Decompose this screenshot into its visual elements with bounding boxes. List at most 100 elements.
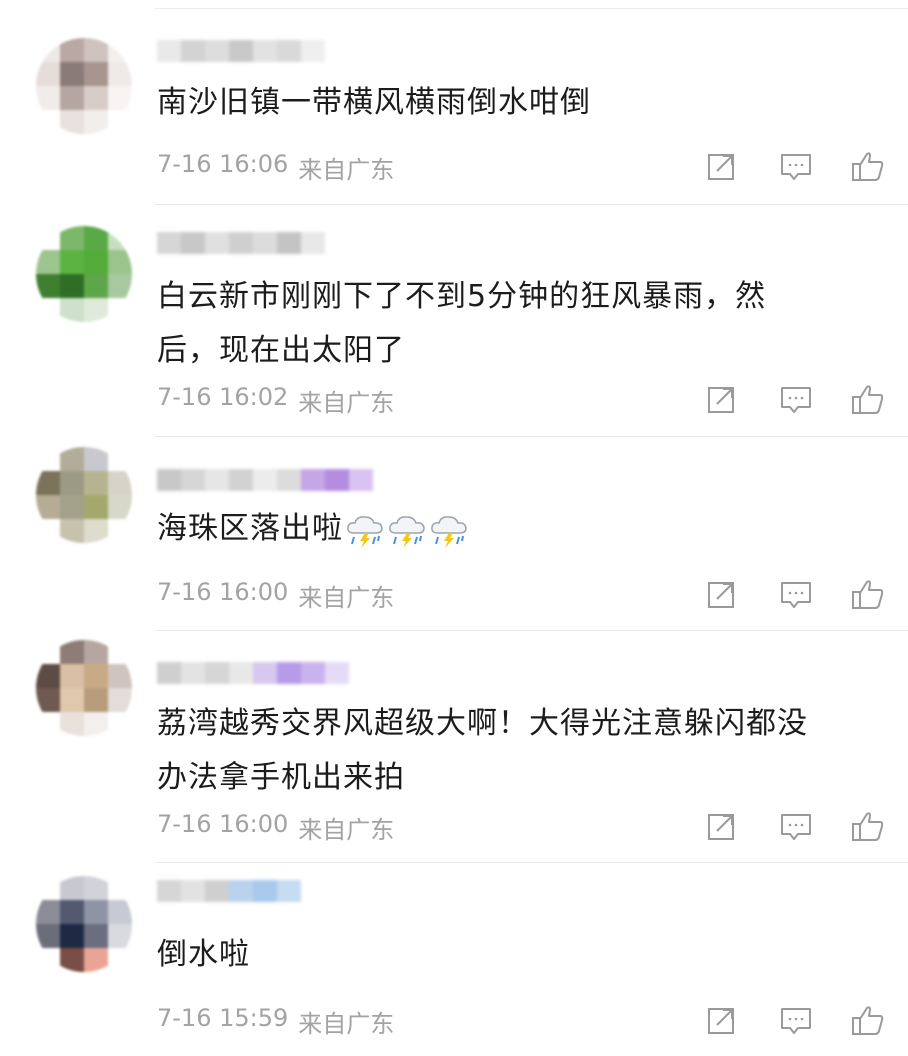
share-icon[interactable] [702, 1000, 742, 1040]
username-pixel [253, 880, 277, 902]
comment-actions [648, 574, 908, 614]
comment-time: 7-16 16:06 [157, 150, 289, 178]
avatar-pixel [60, 948, 84, 972]
avatar-pixel [108, 447, 132, 471]
avatar-pixel [60, 900, 84, 924]
avatar-pixel [84, 274, 108, 298]
comment-text-line: 荔湾越秀交界风超级大啊！大得光注意躲闪都没 [157, 706, 808, 741]
avatar[interactable] [36, 38, 132, 134]
avatar-pixel [108, 495, 132, 519]
username-pixel [181, 880, 205, 902]
avatar-pixel [36, 274, 60, 298]
username[interactable] [157, 880, 301, 902]
avatar-pixel [60, 640, 84, 664]
avatar-pixel [60, 876, 84, 900]
username-pixel [253, 469, 277, 491]
username-pixel [277, 232, 301, 254]
avatar-pixel [84, 447, 108, 471]
username-pixel [181, 469, 205, 491]
avatar-pixel [84, 664, 108, 688]
username[interactable] [157, 662, 349, 684]
thunderstorm-emoji [429, 511, 469, 549]
comment-time: 7-16 15:59 [157, 1004, 289, 1032]
username[interactable] [157, 40, 325, 62]
share-icon[interactable] [702, 574, 742, 614]
comment-time: 7-16 16:02 [157, 383, 289, 411]
username-pixel [205, 662, 229, 684]
avatar-pixel [108, 110, 132, 134]
username-pixel [157, 232, 181, 254]
like-icon[interactable] [848, 806, 888, 846]
comment-meta: 7-16 16:06 来自广东 [157, 150, 394, 185]
username-pixel [301, 232, 325, 254]
avatar-pixel [108, 712, 132, 736]
avatar-pixel [60, 495, 84, 519]
share-icon[interactable] [702, 806, 742, 846]
comment-source: 来自广东 [298, 584, 395, 612]
share-icon[interactable] [702, 379, 742, 419]
comment-icon[interactable] [776, 806, 816, 846]
avatar-pixel [84, 62, 108, 86]
comment-icon[interactable] [776, 146, 816, 186]
comment-actions [648, 379, 908, 419]
avatar[interactable] [36, 876, 132, 972]
username-pixel [157, 662, 181, 684]
avatar-pixel [36, 62, 60, 86]
share-icon[interactable] [702, 146, 742, 186]
thunderstorm-emoji [345, 511, 385, 549]
avatar-pixel [60, 471, 84, 495]
comment-icon[interactable] [776, 379, 816, 419]
comment-source: 来自广东 [298, 816, 395, 844]
avatar[interactable] [36, 226, 132, 322]
avatar-pixel [60, 62, 84, 86]
avatar-pixel [108, 519, 132, 543]
username-pixel [205, 40, 229, 62]
comment-text-line: 白云新市刚刚下了不到5分钟的狂风暴雨，然 [157, 279, 767, 314]
avatar-pixel [60, 226, 84, 250]
username-pixel [229, 232, 253, 254]
username-pixel [181, 662, 205, 684]
comment-icon[interactable] [776, 1000, 816, 1040]
username-pixel [301, 469, 325, 491]
like-icon[interactable] [848, 1000, 888, 1040]
divider [155, 204, 908, 205]
username-pixel [277, 662, 301, 684]
username-pixel [277, 880, 301, 902]
username-pixel [205, 232, 229, 254]
username-pixel [157, 469, 181, 491]
comment-text-line: 南沙旧镇一带横风横雨倒水咁倒 [157, 85, 591, 120]
username-pixel [229, 880, 253, 902]
like-icon[interactable] [848, 574, 888, 614]
username-pixel [157, 40, 181, 62]
avatar-pixel [84, 110, 108, 134]
like-icon[interactable] [848, 379, 888, 419]
avatar-pixel [108, 471, 132, 495]
username[interactable] [157, 232, 325, 254]
avatar-pixel [108, 948, 132, 972]
avatar-pixel [108, 876, 132, 900]
avatar-pixel [36, 110, 60, 134]
comment-text: 荔湾越秀交界风超级大啊！大得光注意躲闪都没 办法拿手机出来拍 [157, 697, 877, 805]
comment-actions [648, 146, 908, 186]
avatar-pixel [60, 447, 84, 471]
avatar-pixel [36, 250, 60, 274]
avatar-pixel [60, 274, 84, 298]
comment-icon[interactable] [776, 574, 816, 614]
avatar-pixel [36, 924, 60, 948]
avatar-pixel [84, 924, 108, 948]
divider [155, 630, 908, 631]
username[interactable] [157, 469, 373, 491]
avatar[interactable] [36, 640, 132, 736]
avatar-pixel [108, 924, 132, 948]
comment-text: 白云新市刚刚下了不到5分钟的狂风暴雨，然 后，现在出太阳了 [157, 270, 877, 378]
avatar-pixel [84, 38, 108, 62]
username-pixel [253, 232, 277, 254]
comment-text: 倒水啦 [157, 928, 877, 982]
avatar[interactable] [36, 447, 132, 543]
avatar-pixel [36, 298, 60, 322]
like-icon[interactable] [848, 146, 888, 186]
avatar-pixel [84, 298, 108, 322]
avatar-pixel [36, 712, 60, 736]
avatar-pixel [84, 948, 108, 972]
avatar-pixel [108, 86, 132, 110]
